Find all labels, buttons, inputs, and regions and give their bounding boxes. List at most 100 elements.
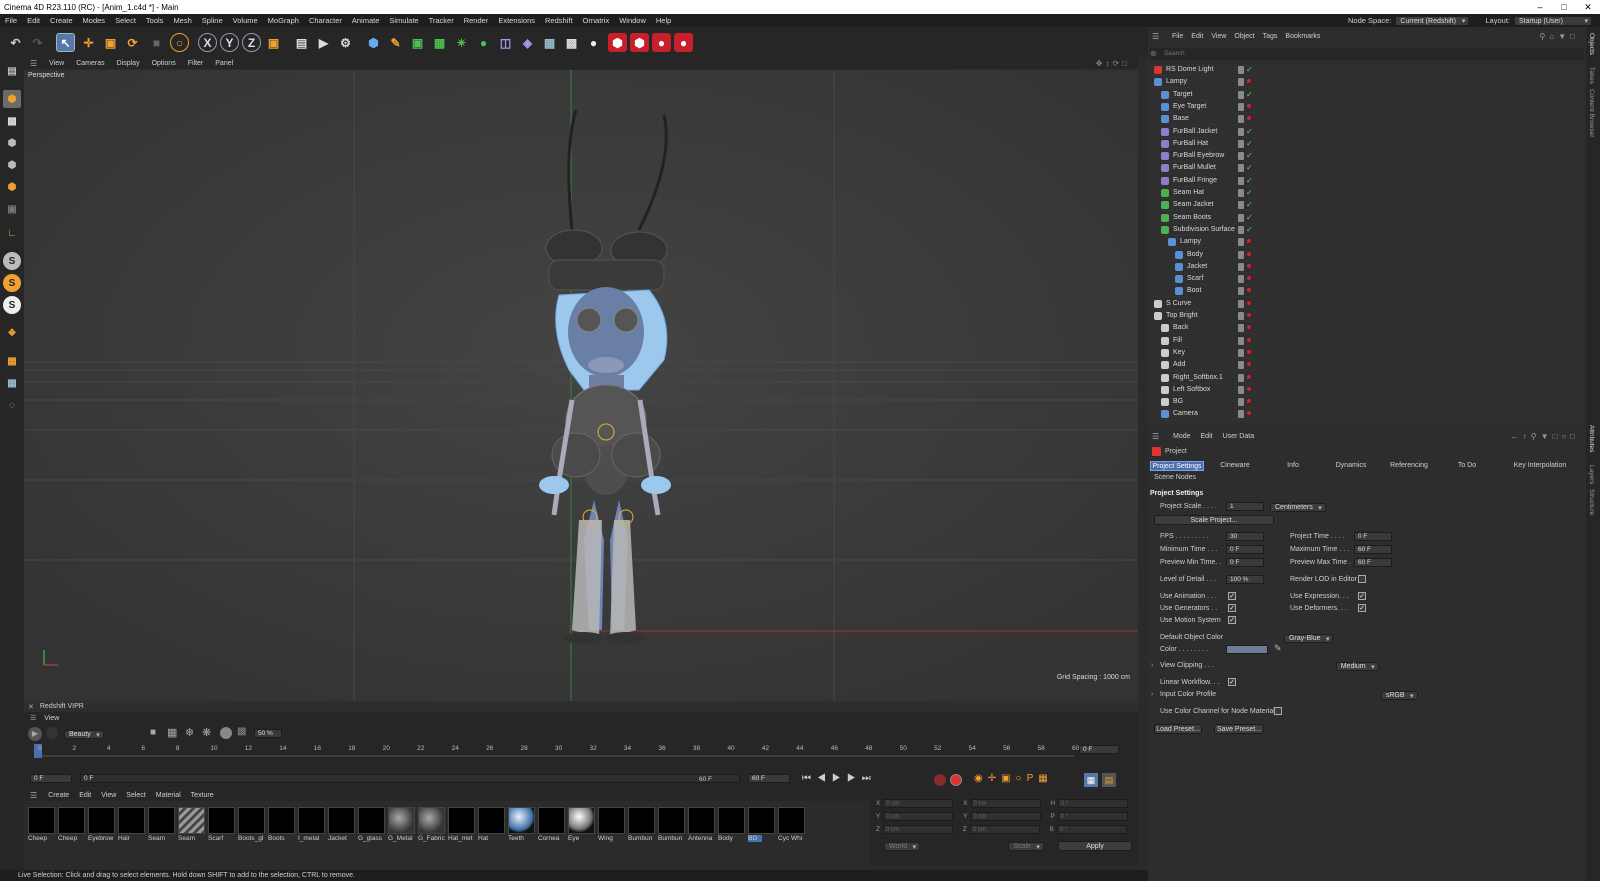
soft-selection-icon[interactable]: ◌ bbox=[3, 396, 21, 414]
object-row[interactable]: FurBall Hat ✓ bbox=[1148, 138, 1584, 150]
object-search-input[interactable]: Search bbox=[1150, 48, 1584, 60]
object-menu-view[interactable]: View bbox=[1207, 33, 1230, 40]
object-row[interactable]: Fill bbox=[1148, 335, 1584, 347]
enabled-check-icon[interactable]: ✓ bbox=[1246, 224, 1253, 236]
object-menu-bookmarks[interactable]: Bookmarks bbox=[1281, 33, 1324, 40]
recent-tools-icon[interactable]: ■ bbox=[147, 33, 166, 52]
render-dot-icon[interactable] bbox=[1247, 263, 1251, 268]
viewport-menu-view[interactable]: View bbox=[43, 60, 70, 67]
layer-visibility-icon[interactable] bbox=[1238, 90, 1244, 99]
tab-key-interpolation[interactable]: Key Interpolation bbox=[1498, 461, 1582, 471]
layer-visibility-icon[interactable] bbox=[1238, 102, 1244, 111]
layer-visibility-icon[interactable] bbox=[1238, 398, 1244, 407]
vipr-grid-icon[interactable]: ▦ bbox=[167, 726, 177, 739]
menu-spline[interactable]: Spline bbox=[197, 16, 228, 25]
deformer-icon[interactable]: ◫ bbox=[496, 33, 515, 52]
render-dot-icon[interactable] bbox=[1247, 300, 1251, 305]
enabled-check-icon[interactable]: ✓ bbox=[1246, 187, 1253, 199]
redshift-ipr-icon[interactable]: ⬢ bbox=[630, 33, 649, 52]
render-lod-checkbox[interactable] bbox=[1358, 575, 1366, 583]
layer-visibility-icon[interactable] bbox=[1238, 336, 1244, 345]
object-row[interactable]: FurBall Mullet ✓ bbox=[1148, 162, 1584, 175]
color-swatch[interactable] bbox=[1226, 645, 1268, 654]
pos-z-field[interactable]: 0 cm bbox=[882, 825, 953, 834]
object-menu-object[interactable]: Object bbox=[1230, 33, 1258, 40]
layer-visibility-icon[interactable] bbox=[1238, 250, 1244, 259]
preview-range-start[interactable]: 0 F bbox=[80, 774, 740, 783]
input-color-expand-icon[interactable]: › bbox=[1151, 691, 1153, 698]
light-icon[interactable]: ● bbox=[584, 33, 603, 52]
object-hamburger-icon[interactable]: ☰ bbox=[1152, 32, 1159, 41]
use-motion-checkbox[interactable]: ✓ bbox=[1228, 616, 1236, 624]
object-row[interactable]: Left Softbox bbox=[1148, 384, 1584, 396]
redshift-light-icon[interactable]: ● bbox=[652, 33, 671, 52]
min-time-field[interactable]: 0 F bbox=[1226, 545, 1264, 554]
max-time-field[interactable]: 60 F bbox=[1354, 545, 1392, 554]
layer-visibility-icon[interactable] bbox=[1238, 299, 1244, 308]
lod-field[interactable]: 100 % bbox=[1226, 575, 1264, 584]
use-color-channel-checkbox[interactable] bbox=[1274, 707, 1282, 715]
project-time-field[interactable]: 0 F bbox=[1354, 532, 1392, 541]
tab-to-do[interactable]: To Do bbox=[1440, 461, 1494, 471]
render-picture-viewer-icon[interactable]: ▶ bbox=[314, 33, 333, 52]
coordinate-system-icon[interactable]: ▣ bbox=[264, 33, 283, 52]
rot-h-field[interactable]: 0 ° bbox=[1058, 799, 1129, 808]
render-dot-icon[interactable] bbox=[1247, 288, 1251, 293]
object-row[interactable]: Add bbox=[1148, 359, 1584, 372]
default-color-dropdown[interactable]: Gray-Blue bbox=[1283, 634, 1334, 643]
material-item[interactable]: Cheep bbox=[28, 807, 55, 845]
undo-icon[interactable]: ↶ bbox=[6, 33, 25, 52]
key-mode-icons[interactable]: ◉✛▣○P▦ bbox=[974, 773, 1053, 784]
layer-visibility-icon[interactable] bbox=[1238, 225, 1244, 234]
attribute-menu-user-data[interactable]: User Data bbox=[1218, 433, 1260, 440]
layer-visibility-icon[interactable] bbox=[1238, 115, 1244, 124]
vipr-lock-icon[interactable]: ■ bbox=[150, 727, 156, 738]
minimize-button[interactable]: – bbox=[1528, 0, 1552, 14]
object-row[interactable]: Scarf bbox=[1148, 273, 1584, 286]
object-row[interactable]: Back bbox=[1148, 322, 1584, 335]
viewport-menu-filter[interactable]: Filter bbox=[182, 60, 210, 67]
enabled-check-icon[interactable]: ✓ bbox=[1246, 150, 1253, 162]
material-item[interactable]: G_Metal bbox=[388, 807, 415, 845]
material-item[interactable]: Hat_met bbox=[448, 807, 475, 845]
object-row[interactable]: Right_Softbox.1 bbox=[1148, 372, 1584, 384]
menu-volume[interactable]: Volume bbox=[228, 16, 263, 25]
render-dot-icon[interactable] bbox=[1247, 374, 1251, 379]
preview-max-field[interactable]: 60 F bbox=[1354, 558, 1392, 567]
object-row[interactable]: Camera bbox=[1148, 408, 1584, 421]
attribute-menu-edit[interactable]: Edit bbox=[1196, 433, 1218, 440]
layer-visibility-icon[interactable] bbox=[1238, 262, 1244, 271]
3d-viewport[interactable]: Perspective Grid Spacing : 1000 cm bbox=[24, 70, 1138, 701]
object-row[interactable]: Base bbox=[1148, 113, 1584, 126]
menu-mograph[interactable]: MoGraph bbox=[263, 16, 304, 25]
object-row[interactable]: Eye Target bbox=[1148, 101, 1584, 113]
material-item[interactable]: Bumbun bbox=[628, 807, 655, 845]
render-settings-icon[interactable]: ⚙ bbox=[336, 33, 355, 52]
enabled-check-icon[interactable]: ✓ bbox=[1246, 126, 1253, 138]
layer-visibility-icon[interactable] bbox=[1238, 139, 1244, 148]
material-item[interactable]: Bumbun bbox=[658, 807, 685, 845]
texture-mode-icon[interactable]: ▩ bbox=[3, 112, 21, 130]
material-item[interactable]: Hat bbox=[478, 807, 505, 845]
layer-visibility-icon[interactable] bbox=[1238, 164, 1244, 173]
end-frame-field[interactable]: 60 F bbox=[748, 774, 790, 783]
tab-referencing[interactable]: Referencing bbox=[1382, 461, 1436, 471]
object-row[interactable]: Seam Boots ✓ bbox=[1148, 212, 1584, 224]
menu-character[interactable]: Character bbox=[304, 16, 347, 25]
object-row[interactable]: Seam Hat ✓ bbox=[1148, 187, 1584, 199]
material-item[interactable]: I_metal bbox=[298, 807, 325, 845]
attribute-hamburger-icon[interactable]: ☰ bbox=[1152, 432, 1159, 441]
vipr-stop-icon[interactable] bbox=[46, 727, 58, 739]
material-menu-select[interactable]: Select bbox=[121, 792, 150, 799]
enabled-check-icon[interactable]: ✓ bbox=[1246, 138, 1253, 150]
viewport-menu-display[interactable]: Display bbox=[111, 60, 146, 67]
layer-visibility-icon[interactable] bbox=[1238, 324, 1244, 333]
layer-visibility-icon[interactable] bbox=[1238, 312, 1244, 320]
viewport-menu-cameras[interactable]: Cameras bbox=[70, 60, 110, 67]
transport-controls[interactable]: ⏮◀▶▶⏭ bbox=[802, 773, 877, 784]
viewport-nav-icons[interactable]: ✥↕⟳□ bbox=[1096, 59, 1130, 68]
render-dot-icon[interactable] bbox=[1247, 411, 1251, 416]
vipr-sphere-icon[interactable] bbox=[220, 727, 232, 739]
load-preset-button[interactable]: Load Preset... bbox=[1154, 724, 1202, 734]
render-dot-icon[interactable] bbox=[1247, 337, 1251, 342]
